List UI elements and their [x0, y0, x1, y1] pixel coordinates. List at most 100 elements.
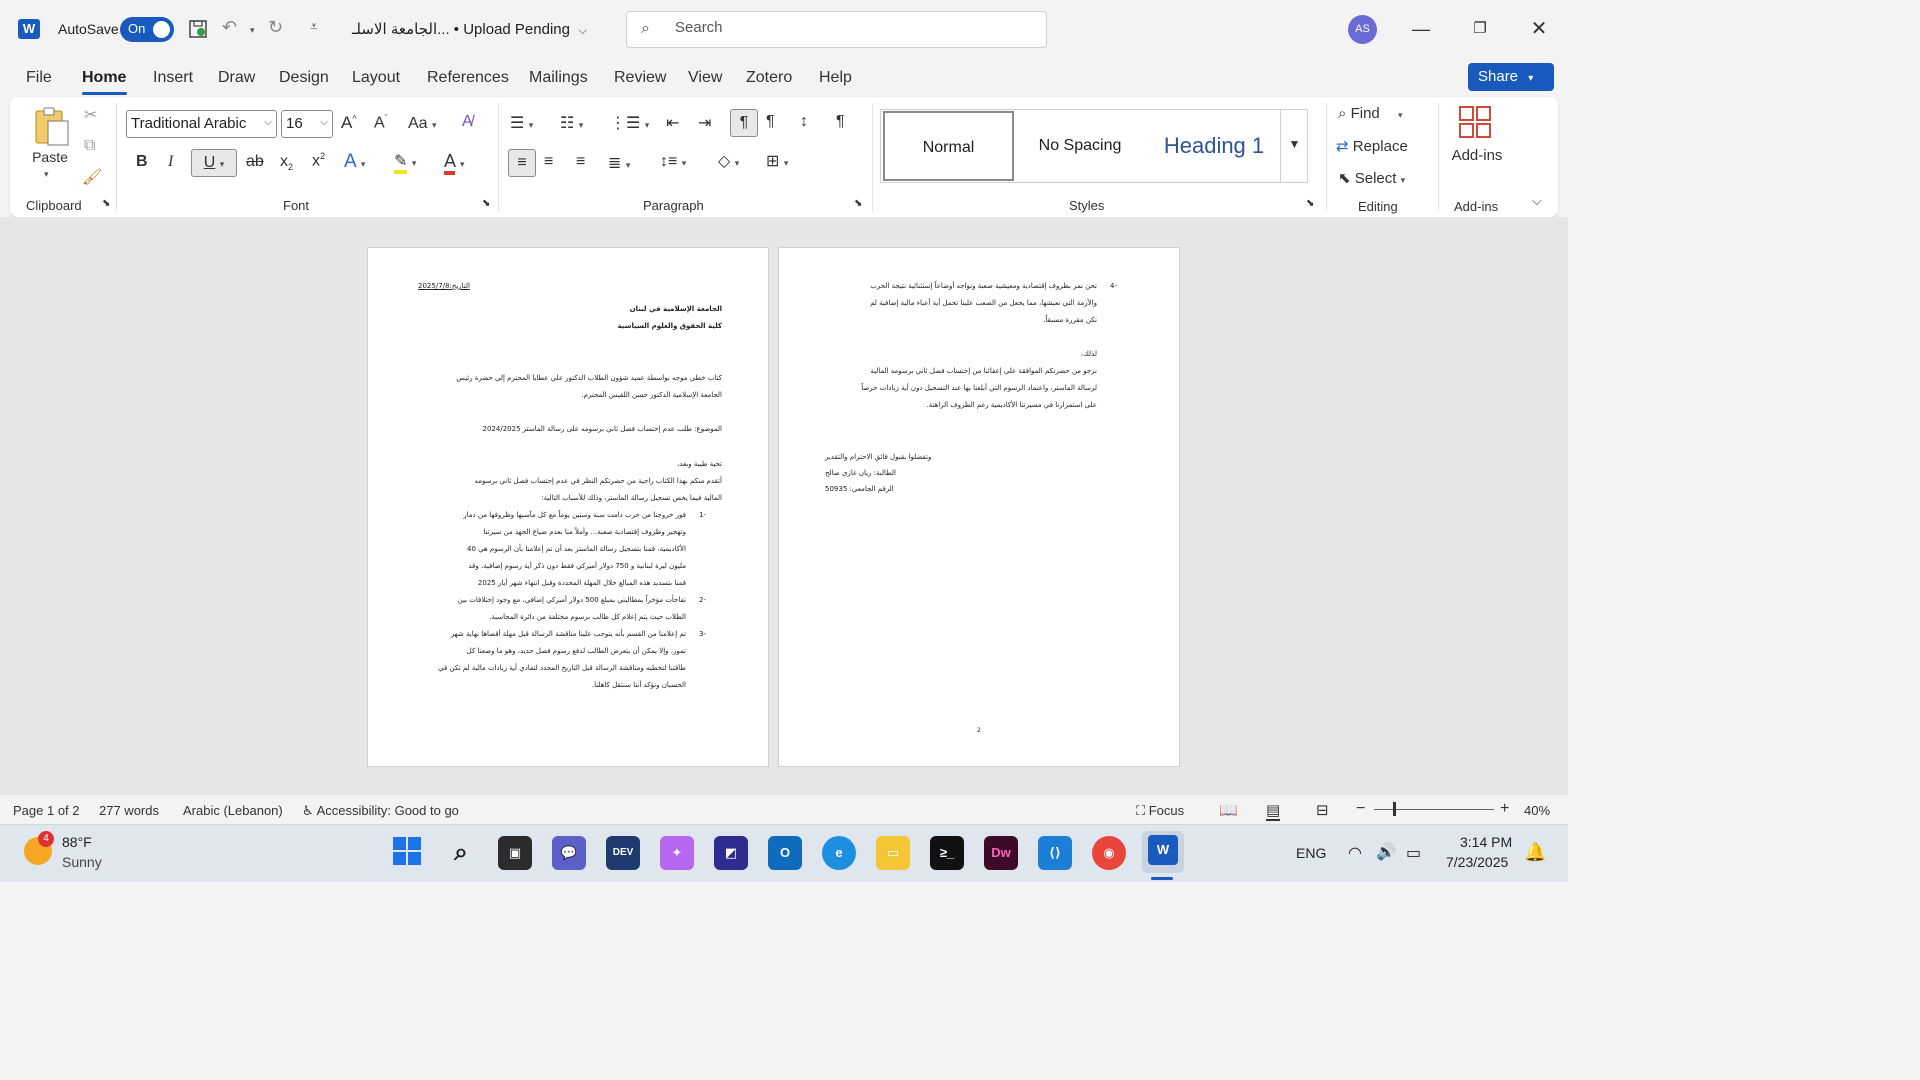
search-icon[interactable]: ⌕ — [444, 836, 478, 870]
customize-quick-access-icon[interactable]: ⩡ — [310, 18, 318, 35]
weather-temp[interactable]: 88°F — [62, 834, 92, 850]
redo-icon[interactable]: ↻ — [268, 17, 283, 38]
format-painter-icon[interactable]: 🖌 — [82, 167, 102, 187]
vscode-icon[interactable]: ⟨⟩ — [1038, 836, 1072, 870]
web-layout-icon[interactable]: ⊟ — [1316, 801, 1329, 819]
bold-icon[interactable]: B — [136, 153, 148, 171]
grow-font-icon[interactable]: A^ — [341, 113, 357, 133]
tab-review[interactable]: Review — [614, 69, 666, 87]
battery-icon[interactable]: ▭ — [1406, 843, 1421, 863]
word-taskbar-button[interactable]: W — [1142, 831, 1184, 873]
shading-icon[interactable]: ◇ ▾ — [718, 151, 739, 171]
highlight-color-icon[interactable]: ✎ ▾ — [394, 151, 416, 174]
collapse-ribbon-icon[interactable]: ⌵ — [1532, 193, 1542, 209]
tab-design[interactable]: Design — [279, 69, 329, 87]
wifi-icon[interactable]: ◠ — [1348, 843, 1362, 863]
borders-icon[interactable]: ⊞ ▾ — [766, 151, 788, 171]
focus-button[interactable]: ⛶ Focus — [1136, 803, 1184, 819]
increase-indent-icon[interactable]: ⇥ — [698, 113, 711, 133]
paste-button[interactable]: Paste — [30, 149, 70, 165]
accessibility-status[interactable]: ♿ Accessibility: Good to go — [302, 803, 459, 819]
input-language[interactable]: ENG — [1296, 845, 1326, 861]
shrink-font-icon[interactable]: Aˇ — [374, 113, 388, 132]
document-page-2[interactable]: 4- نحن نمر بظروف إقتصادية ومعيشية صعبة و… — [778, 247, 1180, 767]
word-count[interactable]: 277 words — [99, 803, 159, 818]
zoom-slider-thumb[interactable] — [1393, 802, 1396, 816]
save-icon[interactable] — [187, 18, 209, 45]
italic-icon[interactable]: I — [168, 153, 173, 171]
start-icon[interactable] — [390, 836, 424, 870]
zoom-in-icon[interactable]: + — [1500, 800, 1509, 818]
minimize-icon[interactable]: — — [1406, 14, 1436, 44]
chat-icon[interactable]: 💬 — [552, 836, 586, 870]
superscript-icon[interactable]: x2 — [312, 151, 325, 170]
tab-references[interactable]: References — [427, 69, 509, 87]
style-heading-1[interactable]: Heading 1 — [1148, 111, 1280, 181]
paste-dropdown-icon[interactable]: ▾ — [44, 169, 49, 180]
copilot-icon[interactable]: ✦ — [660, 836, 694, 870]
text-effects-icon[interactable]: A ▾ — [344, 151, 365, 173]
add-ins-button[interactable]: Add-ins — [1450, 147, 1504, 164]
zoom-out-icon[interactable]: − — [1356, 800, 1365, 818]
chrome-icon[interactable]: ◉ — [1092, 836, 1126, 870]
clock-date[interactable]: 7/23/2025 — [1446, 854, 1508, 870]
rtl-direction-icon[interactable]: ¶ — [766, 113, 775, 131]
paste-icon[interactable] — [32, 105, 72, 146]
outlook-icon[interactable]: O — [768, 836, 802, 870]
share-button[interactable]: Share ▾ — [1468, 63, 1554, 91]
avatar[interactable]: AS — [1348, 15, 1377, 44]
justify-icon[interactable]: ≣ ▾ — [608, 153, 630, 173]
show-formatting-icon[interactable]: ¶ — [836, 113, 845, 131]
page-count[interactable]: Page 1 of 2 — [13, 803, 80, 818]
clock-time[interactable]: 3:14 PM — [1460, 834, 1512, 850]
weather-desc[interactable]: Sunny — [62, 854, 102, 870]
print-layout-icon[interactable]: ▤ — [1266, 801, 1281, 821]
sort-icon[interactable]: ↕ — [800, 113, 808, 131]
tab-mailings[interactable]: Mailings — [529, 69, 588, 87]
style-normal[interactable]: Normal — [883, 111, 1014, 181]
multilevel-list-icon[interactable]: ⋮☰ ▾ — [610, 113, 649, 133]
add-ins-icon[interactable] — [1458, 105, 1492, 144]
undo-dropdown-icon[interactable]: ▾ — [250, 25, 255, 36]
font-size-select[interactable]: 16 ⌵ — [281, 110, 333, 138]
select-button[interactable]: ⬉ Select ▾ — [1338, 169, 1405, 187]
numbering-icon[interactable]: ☷ ▾ — [560, 113, 583, 133]
ltr-direction-button[interactable]: ¶ — [730, 109, 758, 137]
decrease-indent-icon[interactable]: ⇤ — [666, 113, 679, 133]
bullets-icon[interactable]: ☰ ▾ — [510, 113, 533, 133]
underline-button[interactable]: U ▾ — [191, 149, 237, 177]
align-left-button[interactable]: ≡ — [508, 149, 536, 177]
zoom-level[interactable]: 40% — [1524, 803, 1550, 818]
tab-draw[interactable]: Draw — [218, 69, 255, 87]
style-no-spacing[interactable]: No Spacing — [1016, 111, 1144, 181]
search-input[interactable] — [675, 19, 1025, 36]
task-view-icon[interactable]: ▣ — [498, 836, 532, 870]
styles-more-icon[interactable]: ▼ — [1280, 109, 1308, 183]
clipboard-launcher-icon[interactable]: ⬊ — [102, 198, 110, 209]
notification-bell-icon[interactable]: 🔔 — [1524, 842, 1546, 863]
dreamweaver-icon[interactable]: Dw — [984, 836, 1018, 870]
store-icon[interactable]: ◩ — [714, 836, 748, 870]
undo-icon[interactable]: ↶ — [222, 17, 237, 38]
copy-icon[interactable]: ⧉ — [84, 137, 95, 155]
font-color-icon[interactable]: A ▾ — [444, 151, 465, 175]
dev-home-icon[interactable]: DEV — [606, 836, 640, 870]
tab-layout[interactable]: Layout — [352, 69, 400, 87]
document-page-1[interactable]: التاريخ:2025/7/8 الجامعة الإسلامية في لب… — [367, 247, 769, 767]
font-family-select[interactable]: Traditional Arabic ⌵ — [126, 110, 277, 138]
tab-file[interactable]: File — [26, 69, 52, 87]
zoom-slider[interactable] — [1374, 809, 1494, 810]
tab-home[interactable]: Home — [82, 69, 126, 87]
line-spacing-icon[interactable]: ↕≡ ▾ — [660, 153, 686, 171]
search-box[interactable]: ⌕ — [626, 11, 1047, 48]
file-explorer-icon[interactable]: ▭ — [876, 836, 910, 870]
terminal-icon[interactable]: ≥_ — [930, 836, 964, 870]
find-button[interactable]: ⌕ Find ▾ — [1338, 105, 1402, 122]
tab-insert[interactable]: Insert — [153, 69, 193, 87]
strikethrough-icon[interactable]: ab — [246, 153, 264, 171]
tab-help[interactable]: Help — [819, 69, 852, 87]
document-title[interactable]: الجامعة الاسلـ... • Upload Pending ⌵ — [352, 20, 587, 38]
read-mode-icon[interactable]: 📖 — [1219, 801, 1238, 819]
tab-zotero[interactable]: Zotero — [746, 69, 792, 87]
change-case-icon[interactable]: Aa ▾ — [408, 115, 437, 133]
